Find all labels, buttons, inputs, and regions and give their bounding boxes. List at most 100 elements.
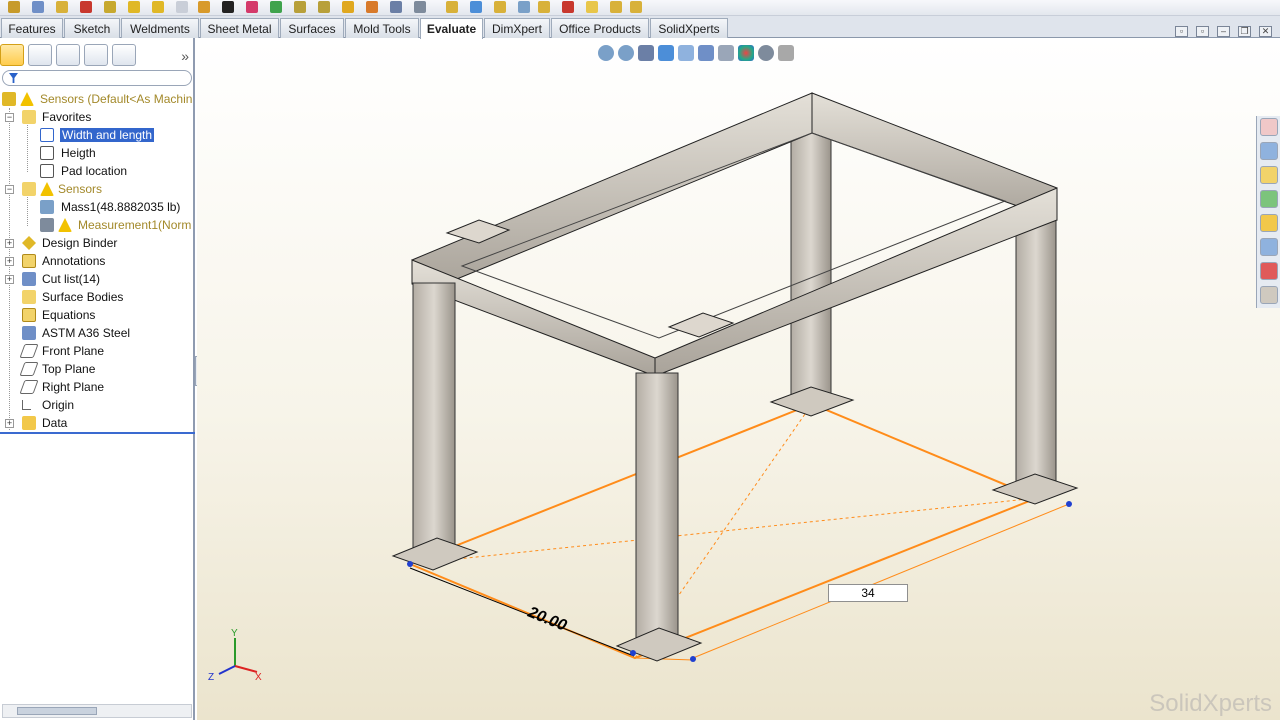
gear-icon[interactable]	[518, 1, 530, 13]
tree-item-front-plane[interactable]: Front Plane	[0, 342, 193, 360]
collapse-icon[interactable]: −	[5, 113, 14, 122]
close-icon[interactable]: ✕	[1259, 26, 1272, 37]
tab-sheet-metal[interactable]: Sheet Metal	[200, 18, 279, 38]
text-icon[interactable]	[390, 1, 402, 13]
file-explorer-icon[interactable]	[1260, 214, 1278, 232]
tree-item-design-binder[interactable]: + Design Binder	[0, 234, 193, 252]
color-icon[interactable]	[246, 1, 258, 13]
tab-office-products[interactable]: Office Products	[551, 18, 649, 38]
tree-item-measurement1[interactable]: Measurement1(Norm	[0, 216, 193, 234]
tree-item-favorites[interactable]: − Favorites	[0, 108, 193, 126]
cube-icon[interactable]	[270, 1, 282, 13]
tab-features[interactable]: Features	[1, 18, 63, 38]
restore-icon[interactable]: ❐	[1238, 26, 1251, 37]
sketch-rectangle[interactable]	[409, 402, 1040, 660]
displaymanager-tab[interactable]	[112, 44, 136, 66]
dimension-edit-box[interactable]: 34	[828, 584, 908, 602]
rebuild-icon[interactable]	[80, 1, 92, 13]
tree-filter[interactable]	[2, 70, 192, 86]
tool-icon[interactable]	[294, 1, 306, 13]
search-icon[interactable]	[1260, 238, 1278, 256]
tree-root[interactable]: Sensors (Default<As Machin	[2, 90, 195, 108]
plus-icon[interactable]	[176, 1, 188, 13]
custom-properties-icon[interactable]	[1260, 286, 1278, 304]
folder-icon[interactable]	[610, 1, 622, 13]
tree-item-data[interactable]: + Data	[0, 414, 193, 432]
link-icon[interactable]	[494, 1, 506, 13]
save-icon[interactable]	[104, 1, 116, 13]
open-icon[interactable]	[56, 1, 68, 13]
cascade-icon[interactable]: ▫	[1196, 26, 1209, 37]
leg-front[interactable]	[635, 372, 679, 649]
measure-icon[interactable]	[414, 1, 426, 13]
pattern-icon[interactable]	[470, 1, 482, 13]
endpoint-marker[interactable]	[630, 650, 636, 656]
leg-back[interactable]	[790, 129, 832, 409]
expand-icon[interactable]: +	[5, 239, 14, 248]
library-icon[interactable]	[1260, 190, 1278, 208]
leg-left[interactable]	[412, 282, 456, 562]
tab-weldments[interactable]: Weldments	[121, 18, 199, 38]
tree-item-top-plane[interactable]: Top Plane	[0, 360, 193, 378]
endpoint-marker[interactable]	[690, 656, 696, 662]
beam-back-left[interactable]	[411, 92, 813, 289]
tree-item-heigth[interactable]: Heigth	[0, 144, 193, 162]
featuremanager-tab[interactable]	[0, 44, 24, 66]
warning-icon[interactable]	[342, 1, 354, 13]
base-plate-right[interactable]	[991, 473, 1079, 505]
check-icon[interactable]	[128, 1, 140, 13]
arrow-icon[interactable]	[366, 1, 378, 13]
tab-evaluate[interactable]: Evaluate	[420, 18, 483, 39]
endpoint-marker[interactable]	[1066, 501, 1072, 507]
scrollbar-thumb[interactable]	[17, 707, 97, 715]
tree-item-mass1[interactable]: Mass1(48.8882035 lb)	[0, 198, 193, 216]
expand-icon[interactable]: +	[5, 257, 14, 266]
tool2-icon[interactable]	[318, 1, 330, 13]
graphics-area[interactable]: 20.00 Y X Z 34 SolidXperts	[197, 38, 1280, 720]
expand-icon[interactable]: +	[5, 419, 14, 428]
tree-item-equations[interactable]: Equations	[0, 306, 193, 324]
new-icon[interactable]	[8, 1, 20, 13]
check2-icon[interactable]	[152, 1, 164, 13]
tree-item-pad-location[interactable]: Pad location	[0, 162, 193, 180]
tree-item-annotations[interactable]: + Annotations	[0, 252, 193, 270]
layers-icon[interactable]	[446, 1, 458, 13]
model-canvas[interactable]: 20.00 Y X Z	[197, 38, 1280, 720]
dimension-value[interactable]: 20.00	[525, 604, 570, 635]
configurationmanager-tab[interactable]	[56, 44, 80, 66]
tab-surfaces[interactable]: Surfaces	[280, 18, 344, 38]
tree-item-surface-bodies[interactable]: Surface Bodies	[0, 288, 193, 306]
tab-mold-tools[interactable]: Mold Tools	[345, 18, 419, 38]
beam-back-right[interactable]	[811, 92, 1058, 221]
tab-sketch[interactable]: Sketch	[64, 18, 120, 38]
box-icon[interactable]	[562, 1, 574, 13]
shield-icon[interactable]	[630, 1, 642, 13]
tree-item-right-plane[interactable]: Right Plane	[0, 378, 193, 396]
resources-icon[interactable]	[1260, 142, 1278, 160]
horizontal-scrollbar[interactable]	[2, 704, 192, 718]
collapse-icon[interactable]: −	[5, 185, 14, 194]
dimxpertmanager-tab[interactable]	[84, 44, 108, 66]
sun-icon[interactable]	[586, 1, 598, 13]
leg-right[interactable]	[1015, 212, 1057, 496]
tree-item-origin[interactable]: Origin	[0, 396, 193, 414]
tab-solidxperts[interactable]: SolidXperts	[650, 18, 728, 38]
propertymanager-tab[interactable]	[28, 44, 52, 66]
ok-icon[interactable]	[538, 1, 550, 13]
close-task-pane-icon[interactable]	[1260, 118, 1278, 136]
tree-item-width-and-length[interactable]: Width and length	[0, 126, 193, 144]
base-plate-back[interactable]	[769, 386, 855, 417]
minimize-icon[interactable]: –	[1217, 26, 1230, 37]
appearances-icon[interactable]	[1260, 262, 1278, 280]
tree-item-material[interactable]: ASTM A36 Steel	[0, 324, 193, 342]
tree-item-cut-list[interactable]: + Cut list(14)	[0, 270, 193, 288]
expand-icon[interactable]: +	[5, 275, 14, 284]
home-icon[interactable]	[1260, 166, 1278, 184]
chevron-right-icon[interactable]: »	[181, 48, 189, 64]
endpoint-marker[interactable]	[407, 561, 413, 567]
tree-item-sensors[interactable]: − Sensors	[0, 180, 193, 198]
grid-icon[interactable]	[32, 1, 44, 13]
stripes-icon[interactable]	[222, 1, 234, 13]
tile-icon[interactable]: ▫	[1175, 26, 1188, 37]
weld-icon[interactable]	[198, 1, 210, 13]
